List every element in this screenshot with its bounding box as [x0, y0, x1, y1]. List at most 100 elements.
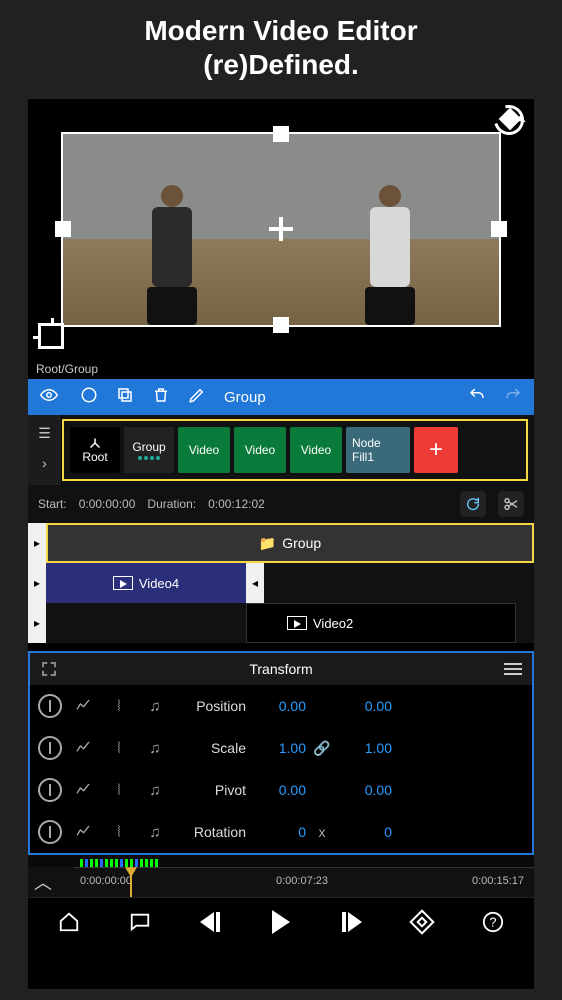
property-label: Scale — [176, 740, 246, 756]
start-value[interactable]: 0:00:00:00 — [79, 497, 136, 511]
transform-panel: Transform ⦚♫Position0.000.00⦚♫Scale1.00🔗… — [28, 651, 534, 855]
video-clip-icon — [113, 576, 133, 590]
video4-label: Video4 — [139, 576, 179, 591]
video2-clip[interactable]: Video2 — [246, 603, 516, 643]
group-track-label: Group — [282, 535, 321, 551]
resize-handle-top[interactable] — [273, 126, 289, 142]
comment-button[interactable] — [120, 902, 160, 942]
preview-canvas[interactable] — [28, 99, 534, 359]
ruler-area: ︿ 0:00:00:00 0:00:07:23 0:00:15:17 — [28, 855, 534, 897]
expand-tab-icon[interactable]: › — [33, 451, 57, 475]
video-chip-2[interactable]: Video — [234, 427, 286, 473]
transform-title: Transform — [58, 661, 504, 677]
root-chip[interactable]: Root — [70, 427, 120, 473]
group-chip-dots-icon — [138, 456, 160, 460]
wave-icon[interactable]: ⦚ — [104, 817, 134, 847]
group-track[interactable]: ▸ 📁 Group — [28, 523, 534, 563]
video-chip-1[interactable]: Video — [178, 427, 230, 473]
visibility-icon[interactable] — [40, 386, 62, 408]
stopwatch-icon[interactable] — [38, 694, 62, 718]
scissors-icon[interactable] — [498, 491, 524, 517]
help-button[interactable]: ? — [473, 902, 513, 942]
group-chip[interactable]: Group — [124, 427, 174, 473]
video-chip-3[interactable]: Video — [290, 427, 342, 473]
layer-chips-row: ☰ › Root Group Video Video Video Node Fi… — [28, 415, 534, 485]
node-fill-chip[interactable]: Node Fill1 — [346, 427, 410, 473]
resize-handle-right[interactable] — [491, 221, 507, 237]
transform-row-rotation: ⦚♫Rotation0x0 — [30, 811, 532, 853]
clip-end-handle[interactable]: ◂ — [246, 563, 264, 603]
time-ruler[interactable]: ︿ 0:00:00:00 0:00:07:23 0:00:15:17 — [28, 867, 534, 897]
step-back-button[interactable] — [190, 902, 230, 942]
crop-icon[interactable] — [38, 323, 64, 349]
circle-icon[interactable] — [80, 386, 98, 408]
transform-row-position: ⦚♫Position0.000.00 — [30, 685, 532, 727]
property-value-y[interactable]: 1.00 — [338, 740, 392, 756]
property-value-y[interactable]: 0.00 — [338, 698, 392, 714]
graph-icon[interactable] — [68, 817, 98, 847]
ruler-time-1: 0:00:07:23 — [276, 875, 328, 887]
graph-icon[interactable] — [68, 775, 98, 805]
home-button[interactable] — [49, 902, 89, 942]
video4-track[interactable]: ▸ Video4 ◂ — [28, 563, 534, 603]
resize-handle-left[interactable] — [55, 221, 71, 237]
resize-handle-bottom[interactable] — [273, 317, 289, 333]
video2-track[interactable]: ▸ Video2 — [28, 603, 534, 643]
graph-icon[interactable] — [68, 733, 98, 763]
collapse-ruler-icon[interactable]: ︿ — [34, 869, 74, 895]
trash-icon[interactable] — [152, 386, 170, 408]
property-value-y[interactable]: 0 — [338, 824, 392, 840]
add-layer-button[interactable]: + — [414, 427, 458, 473]
transform-row-pivot: ⦚♫ Pivot 0.00 0.00 — [30, 769, 532, 811]
redo-icon[interactable] — [504, 386, 522, 408]
duplicate-icon[interactable] — [116, 386, 134, 408]
property-value-x[interactable]: 1.00 — [252, 740, 306, 756]
transform-bounds-icon[interactable] — [40, 660, 58, 678]
property-value-x[interactable]: 0 — [252, 824, 306, 840]
figure-person-1 — [137, 185, 207, 325]
selection-frame[interactable] — [61, 132, 501, 327]
music-icon[interactable]: ♫ — [140, 817, 170, 847]
wave-icon[interactable]: ⦚ — [104, 733, 134, 763]
breadcrumb: Root/Group — [28, 359, 534, 379]
folder-icon: 📁 — [259, 535, 276, 552]
marketing-headline: Modern Video Editor (re)Defined. — [0, 0, 562, 99]
undo-icon[interactable] — [468, 386, 486, 408]
property-value-y[interactable]: 0.00 — [338, 782, 392, 798]
stopwatch-icon[interactable] — [38, 736, 62, 760]
video4-clip[interactable]: Video4 — [46, 563, 246, 603]
play-button[interactable] — [261, 902, 301, 942]
graph-icon[interactable] — [68, 691, 98, 721]
ruler-time-2: 0:00:15:17 — [472, 875, 524, 887]
track-expand-icon[interactable]: ▸ — [28, 603, 46, 643]
edit-icon[interactable] — [188, 386, 206, 408]
link-axes-icon[interactable]: x — [312, 824, 332, 840]
track-expand-icon[interactable]: ▸ — [28, 523, 46, 563]
property-label: Pivot — [176, 782, 246, 798]
wave-icon[interactable]: ⦚ — [104, 691, 134, 721]
step-forward-button[interactable] — [332, 902, 372, 942]
property-value-x[interactable]: 0.00 — [252, 698, 306, 714]
figure-person-2 — [355, 185, 425, 325]
group-chip-label: Group — [132, 440, 165, 454]
music-icon[interactable]: ♫ — [140, 691, 170, 721]
reset-icon[interactable] — [460, 491, 486, 517]
property-value-x[interactable]: 0.00 — [252, 782, 306, 798]
music-icon[interactable]: ♫ — [140, 775, 170, 805]
stopwatch-icon[interactable] — [38, 778, 62, 802]
headline-line1: Modern Video Editor — [10, 14, 552, 48]
bottom-toolbar: ? — [28, 897, 534, 945]
link-axes-icon[interactable]: 🔗 — [312, 740, 332, 757]
premium-button[interactable] — [402, 902, 442, 942]
music-icon[interactable]: ♫ — [140, 733, 170, 763]
playhead[interactable] — [130, 867, 132, 897]
layer-chips: Root Group Video Video Video Node Fill1 … — [62, 419, 528, 481]
stopwatch-icon[interactable] — [38, 820, 62, 844]
list-tab-icon[interactable]: ☰ — [33, 421, 57, 445]
track-expand-icon[interactable]: ▸ — [28, 563, 46, 603]
wave-icon[interactable]: ⦚ — [104, 775, 134, 805]
duration-value[interactable]: 0:00:12:02 — [208, 497, 265, 511]
transform-header: Transform — [30, 653, 532, 685]
group-track-bar[interactable]: 📁 Group — [46, 523, 534, 563]
hamburger-menu-icon[interactable] — [504, 663, 522, 675]
